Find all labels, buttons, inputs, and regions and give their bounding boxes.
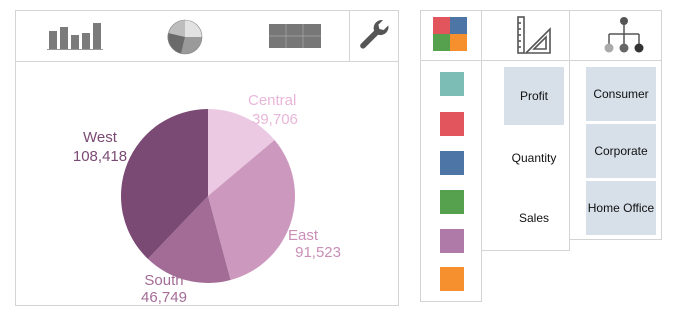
measure-item-label: Sales	[518, 211, 550, 225]
color-swatch[interactable]	[440, 151, 464, 175]
table-view-button[interactable]	[261, 11, 331, 61]
slice-value-south: 46,749	[141, 289, 187, 305]
bar-chart-button[interactable]	[36, 11, 106, 61]
measure-item-label: Quantity	[511, 151, 557, 165]
pie-chart-icon	[167, 19, 203, 55]
slice-label-south: South	[144, 272, 183, 289]
measure-item-sales[interactable]: Sales	[504, 189, 564, 247]
segment-item-label: Home Office	[587, 201, 655, 215]
color-palette-button[interactable]	[421, 11, 481, 61]
color-swatch[interactable]	[440, 112, 464, 136]
segment-item-label: Consumer	[593, 87, 649, 101]
segment-item-corporate[interactable]: Corporate	[586, 124, 656, 178]
slice-label-east: East	[288, 227, 319, 244]
chart-panel: Central 39,706 East 91,523 South 46,749 …	[15, 10, 399, 306]
pie-chart-button[interactable]	[151, 11, 221, 61]
segment-item-home-office[interactable]: Home Office	[586, 181, 656, 235]
measure-selector-button[interactable]	[482, 11, 569, 61]
dimension-selector-button[interactable]	[570, 11, 661, 61]
slice-value-west: 108,418	[73, 148, 127, 165]
color-palette-icon	[433, 17, 467, 51]
segment-panel: Consumer Corporate Home Office	[570, 10, 662, 240]
segment-item-consumer[interactable]: Consumer	[586, 67, 656, 121]
color-swatch[interactable]	[440, 72, 464, 96]
color-swatch[interactable]	[440, 190, 464, 214]
slice-value-east: 91,523	[295, 244, 341, 261]
measure-item-label: Profit	[519, 89, 548, 103]
color-swatch[interactable]	[440, 229, 464, 253]
slice-label-west: West	[83, 129, 118, 146]
measure-item-profit[interactable]: Profit	[504, 67, 564, 125]
measure-item-quantity[interactable]: Quantity	[504, 129, 564, 187]
ruler-triangle-icon	[517, 16, 551, 54]
wrench-icon	[360, 19, 389, 49]
settings-button[interactable]	[349, 11, 399, 61]
segment-item-label: Corporate	[594, 144, 648, 158]
measure-panel: Profit Quantity Sales	[482, 10, 570, 251]
color-swatch[interactable]	[440, 267, 464, 291]
table-view-icon	[269, 24, 321, 48]
pie-chart: Central 39,706 East 91,523 South 46,749 …	[16, 62, 398, 306]
slice-value-central: 39,706	[252, 111, 298, 128]
chart-type-toolbar	[16, 11, 398, 62]
bar-chart-icon	[47, 23, 103, 50]
color-panel	[420, 10, 482, 302]
hierarchy-icon	[604, 17, 644, 53]
slice-label-central: Central	[248, 92, 296, 109]
